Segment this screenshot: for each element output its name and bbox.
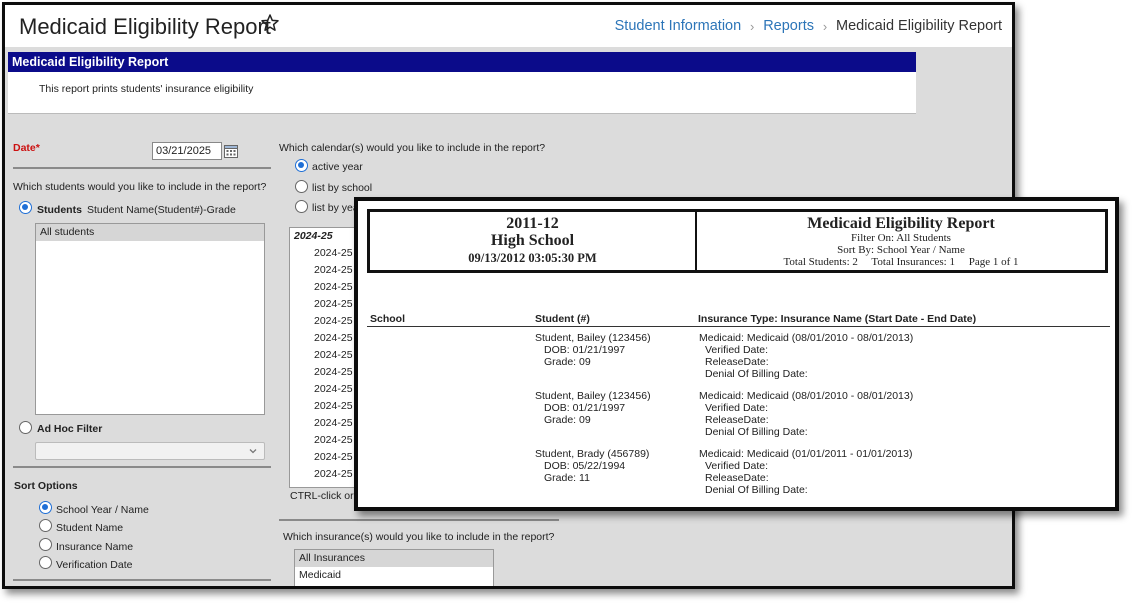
preview-school: High School (490, 232, 575, 249)
row-denial: Denial Of Billing Date: (705, 484, 808, 496)
row-grade: Grade: 09 (544, 356, 591, 368)
list-item[interactable]: All students (36, 224, 264, 241)
adhoc-radio[interactable] (19, 421, 32, 434)
students-radio[interactable] (19, 201, 32, 214)
adhoc-label: Ad Hoc Filter (37, 423, 103, 435)
report-description: This report prints students' insurance e… (39, 83, 254, 95)
insurance-list[interactable]: All Insurances Medicaid (294, 549, 494, 586)
sort-student-name-radio[interactable] (39, 519, 52, 532)
insurance-question: Which insurance(s) would you like to inc… (283, 531, 555, 543)
preview-title: Medicaid Eligibility Report (807, 215, 995, 232)
row-dob: DOB: 01/21/1997 (544, 402, 626, 414)
sort-option-label: Insurance Name (56, 541, 134, 553)
preview-totals: Total Students: 2 Total Insurances: 1 Pa… (783, 256, 1019, 268)
list-item[interactable]: All Insurances (295, 550, 493, 567)
report-preview-header: 2011-12 High School 09/13/2012 03:05:30 … (367, 209, 1108, 273)
page-title: Medicaid Eligibility Report (19, 14, 271, 39)
students-question: Which students would you like to include… (13, 181, 267, 193)
report-header: Medicaid Eligibility Report This report … (8, 52, 916, 114)
sort-options-label: Sort Options (14, 480, 78, 492)
calendar-icon[interactable] (223, 143, 239, 159)
preview-school-year: 2011-12 (506, 215, 559, 232)
divider (279, 519, 559, 521)
row-student: Student, Bailey (123456) (535, 332, 651, 344)
breadcrumb: Student Information › Reports › Medicaid… (615, 18, 1002, 34)
chevron-right-icon: › (822, 18, 828, 34)
divider (13, 167, 271, 169)
report-header-bar: Medicaid Eligibility Report (8, 52, 916, 72)
row-insurance: Medicaid: Medicaid (01/01/2011 - 01/01/2… (699, 448, 913, 460)
sort-option-label: School Year / Name (56, 504, 149, 516)
row-release: ReleaseDate: (705, 356, 769, 368)
star-icon[interactable] (260, 13, 280, 33)
ctrl-click-hint: CTRL-click or (290, 490, 354, 502)
preview-filter: Filter On: All Students (851, 232, 951, 244)
column-header-student: Student (#) (535, 313, 590, 325)
date-input[interactable]: 03/21/2025 (152, 142, 222, 160)
sort-option-label: Student Name (56, 522, 124, 534)
row-grade: Grade: 11 (544, 472, 590, 484)
calendar-by-year-radio[interactable] (295, 200, 308, 213)
sort-verification-date-radio[interactable] (39, 556, 52, 569)
sort-option-label: Verification Date (56, 559, 133, 571)
calendar-by-school-radio[interactable] (295, 180, 308, 193)
column-header-insurance: Insurance Type: Insurance Name (Start Da… (698, 313, 977, 325)
page-header: Medicaid Eligibility Report Student Info… (5, 5, 1012, 47)
row-denial: Denial Of Billing Date: (705, 426, 808, 438)
column-header-school: School (370, 313, 406, 325)
breadcrumb-student-information[interactable]: Student Information (615, 18, 742, 34)
calendar-option-label: active year (312, 161, 363, 173)
list-item[interactable]: Medicaid (295, 567, 493, 584)
students-format-label: Student Name(Student#)-Grade (87, 204, 236, 216)
row-student: Student, Brady (456789) (535, 448, 650, 460)
row-dob: DOB: 01/21/1997 (544, 344, 626, 356)
row-release: ReleaseDate: (705, 472, 769, 484)
sort-insurance-name-radio[interactable] (39, 538, 52, 551)
row-verified: Verified Date: (705, 402, 769, 414)
preview-generated-timestamp: 09/13/2012 03:05:30 PM (468, 251, 597, 265)
row-release: ReleaseDate: (705, 414, 769, 426)
breadcrumb-reports[interactable]: Reports (763, 18, 814, 34)
breadcrumb-current: Medicaid Eligibility Report (835, 18, 1002, 34)
calendar-option-label: list by school (312, 182, 373, 194)
sort-school-year-radio[interactable] (39, 501, 52, 514)
row-dob: DOB: 05/22/1994 (544, 460, 626, 472)
row-student: Student, Bailey (123456) (535, 390, 651, 402)
divider (367, 326, 1110, 327)
calendar-active-year-radio[interactable] (295, 159, 308, 172)
students-list[interactable]: All students (35, 223, 265, 415)
divider (13, 466, 271, 468)
report-preview: 2011-12 High School 09/13/2012 03:05:30 … (354, 197, 1119, 511)
row-denial: Denial Of Billing Date: (705, 368, 808, 380)
row-grade: Grade: 09 (544, 414, 591, 426)
calendar-question: Which calendar(s) would you like to incl… (279, 142, 546, 154)
row-insurance: Medicaid: Medicaid (08/01/2010 - 08/01/2… (699, 332, 914, 344)
preview-sort: Sort By: School Year / Name (837, 244, 965, 256)
row-verified: Verified Date: (705, 344, 769, 356)
adhoc-filter-select[interactable] (35, 442, 265, 460)
chevron-down-icon (249, 449, 257, 454)
row-insurance: Medicaid: Medicaid (08/01/2010 - 08/01/2… (699, 390, 914, 402)
date-label: Date* (13, 142, 40, 154)
chevron-right-icon: › (750, 18, 755, 34)
students-radio-label: Students (37, 204, 82, 216)
row-verified: Verified Date: (705, 460, 769, 472)
divider (13, 579, 271, 581)
